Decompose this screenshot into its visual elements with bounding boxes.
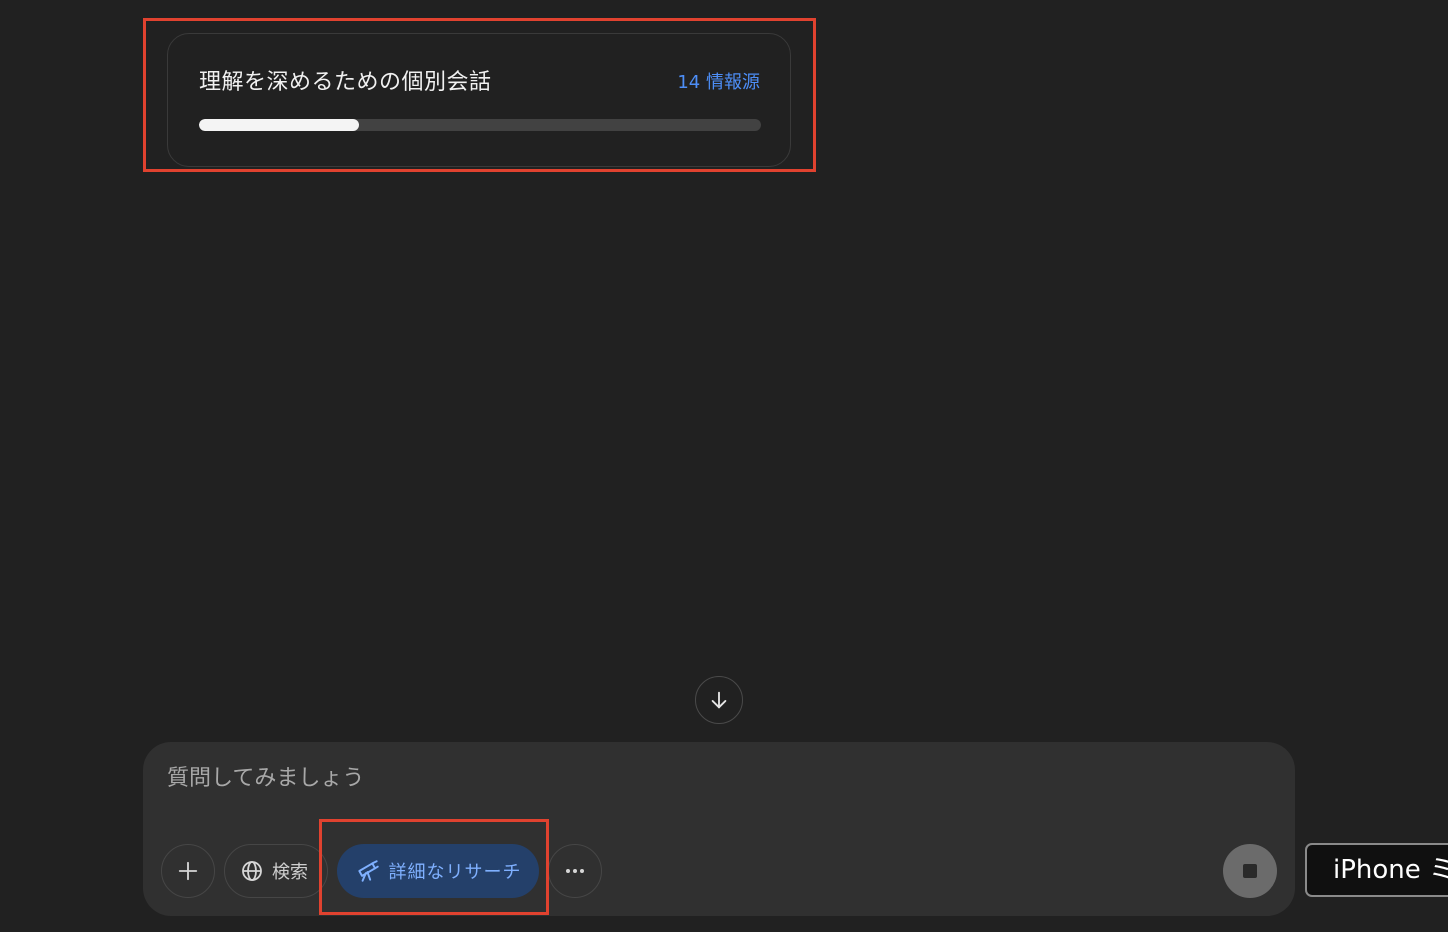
search-button-label: 検索 [272,862,308,883]
ellipsis-icon [566,869,584,873]
more-tools-button[interactable] [548,844,602,898]
plus-icon [178,861,198,881]
scroll-to-bottom-button[interactable] [695,676,743,724]
side-tooltip: iPhone ミ [1305,843,1448,897]
chat-page: 理解を深めるための個別会話 14 情報源 検索 [0,0,1448,932]
message-composer: 検索 詳細なリサーチ [143,742,1295,916]
research-title: 理解を深めるための個別会話 [199,70,492,95]
globe-icon [242,861,262,881]
research-progress-fill [199,119,360,131]
research-progress-card[interactable]: 理解を深めるための個別会話 14 情報源 [167,33,791,167]
deep-research-label: 詳細なリサーチ [388,862,522,883]
stop-generation-button[interactable] [1223,844,1277,898]
deep-research-button[interactable]: 詳細なリサーチ [337,844,539,898]
sources-count[interactable]: 14 情報源 [677,68,760,94]
prompt-input[interactable] [167,762,1167,794]
stop-icon [1243,864,1257,878]
arrow-down-icon [711,691,727,709]
research-progress-bar [199,119,761,131]
add-attachment-button[interactable] [161,844,215,898]
telescope-icon [357,860,379,882]
search-button[interactable]: 検索 [224,844,328,898]
